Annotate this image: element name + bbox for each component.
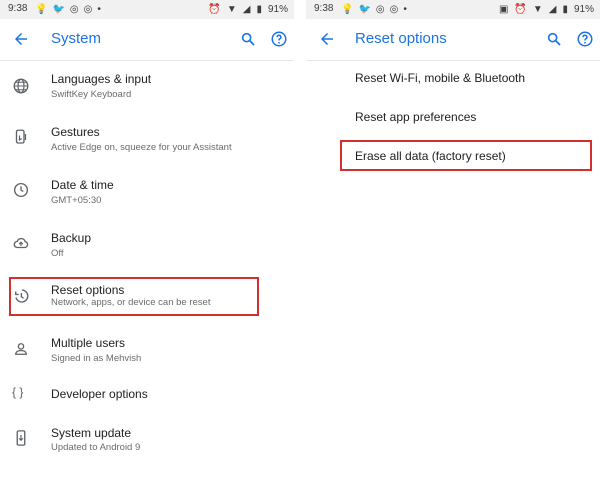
settings-item-developer-options[interactable]: { } Developer options (0, 378, 294, 414)
settings-item-title: Date & time (51, 178, 114, 192)
clock-icon (12, 181, 30, 199)
phone-update-icon (12, 429, 30, 447)
settings-item-backup[interactable]: Backup Off (0, 221, 294, 265)
settings-item-subtitle: Off (51, 248, 64, 259)
reset-options-screen: 9:38 💡 🐦 ◎ ◎ • ▣ ⏰ ▼ ◢ ▮ 91% Reset optio… (306, 0, 600, 483)
battery-icon: ▮ (562, 4, 568, 15)
search-icon[interactable] (546, 31, 562, 47)
notification-dot-icon: • (403, 4, 407, 15)
notification-dot-icon: • (97, 4, 101, 15)
settings-item-title: Backup (51, 231, 92, 245)
instagram-icon: ◎ (375, 4, 385, 15)
settings-item-title: Languages & input (51, 72, 152, 86)
back-arrow-icon[interactable] (318, 30, 336, 48)
back-arrow-icon[interactable] (12, 30, 30, 48)
reset-wifi-mobile-bluetooth[interactable]: Reset Wi-Fi, mobile & Bluetooth (306, 62, 600, 98)
status-time: 9:38 (314, 3, 334, 14)
lightbulb-icon: 💡 (341, 4, 354, 15)
settings-item-date-time[interactable]: Date & time GMT+05:30 (0, 168, 294, 212)
help-icon[interactable] (270, 30, 288, 48)
alarm-icon: ⏰ (208, 4, 221, 15)
cloud-upload-icon (12, 234, 30, 252)
settings-item-system-update[interactable]: System update Updated to Android 9 (0, 420, 294, 464)
instagram-icon-2: ◎ (83, 4, 93, 15)
wifi-icon: ▼ (532, 4, 543, 15)
settings-item-subtitle: Updated to Android 9 (51, 442, 141, 453)
settings-item-subtitle: SwiftKey Keyboard (51, 89, 132, 100)
page-title: Reset options (355, 30, 447, 47)
help-icon[interactable] (576, 30, 594, 48)
battery-percent: 91% (267, 4, 288, 15)
alarm-icon: ⏰ (514, 4, 527, 15)
signal-icon: ◢ (548, 4, 557, 15)
system-settings-screen: 9:38 💡 🐦 ◎ ◎ • ⏰ ▼ ◢ ▮ 91% System Langua… (0, 0, 294, 483)
settings-item-subtitle: Active Edge on, squeeze for your Assista… (51, 142, 232, 153)
status-bar: 9:38 💡 🐦 ◎ ◎ • ⏰ ▼ ◢ ▮ 91% (0, 0, 294, 19)
instagram-icon: ◎ (69, 4, 79, 15)
signal-icon: ◢ (242, 4, 251, 15)
page-title: System (51, 30, 102, 47)
highlight-box (340, 140, 592, 171)
app-bar: Reset options (306, 19, 600, 61)
wifi-icon: ▼ (226, 4, 237, 15)
reset-item-title: Reset app preferences (355, 110, 477, 124)
reset-item-title: Reset Wi-Fi, mobile & Bluetooth (355, 71, 526, 85)
settings-item-title: Gestures (51, 125, 100, 139)
settings-item-title: Multiple users (51, 336, 126, 350)
settings-item-languages[interactable]: Languages & input SwiftKey Keyboard (0, 62, 294, 106)
settings-item-gestures[interactable]: Gestures Active Edge on, squeeze for you… (0, 115, 294, 159)
settings-item-title: System update (51, 426, 132, 440)
screenshot-icon: ▣ (498, 4, 509, 15)
status-time: 9:38 (8, 3, 28, 14)
search-icon[interactable] (240, 31, 256, 47)
reset-app-preferences[interactable]: Reset app preferences (306, 101, 600, 137)
settings-item-title: Developer options (51, 387, 148, 401)
settings-item-subtitle: GMT+05:30 (51, 195, 102, 206)
lightbulb-icon: 💡 (35, 4, 48, 15)
panel-gap (294, 0, 306, 483)
app-bar: System (0, 19, 294, 61)
person-icon (12, 340, 30, 358)
highlight-box (9, 277, 259, 316)
battery-percent: 91% (573, 4, 594, 15)
globe-icon (12, 77, 30, 95)
status-bar: 9:38 💡 🐦 ◎ ◎ • ▣ ⏰ ▼ ◢ ▮ 91% (306, 0, 600, 19)
braces-icon: { } (12, 385, 24, 399)
twitter-icon: 🐦 (358, 4, 371, 15)
battery-icon: ▮ (256, 4, 262, 15)
instagram-icon-2: ◎ (389, 4, 399, 15)
settings-item-subtitle: Signed in as Mehvish (51, 353, 142, 364)
gestures-icon (12, 128, 30, 146)
settings-item-multiple-users[interactable]: Multiple users Signed in as Mehvish (0, 326, 294, 370)
twitter-icon: 🐦 (52, 4, 65, 15)
